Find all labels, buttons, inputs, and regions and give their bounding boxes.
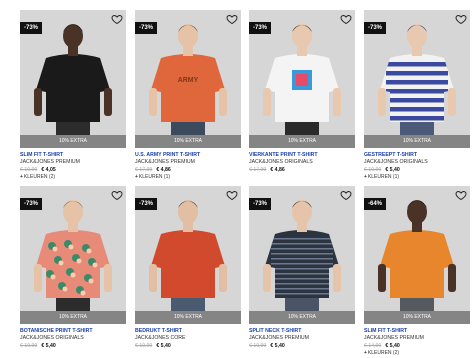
product-photo[interactable]: -73% 10% EXTRA	[20, 186, 126, 324]
product-photo[interactable]: -73% 10% EXTRA	[20, 10, 126, 148]
wishlist-heart-icon[interactable]	[226, 13, 238, 25]
product-photo[interactable]: -73% 10% EXTRA	[135, 186, 241, 324]
price-row: € 17,99 € 4,86	[249, 166, 355, 174]
product-card[interactable]: -73% 10% EXTRA BOTANISCHE PRINT T-SHIRT JAC…	[20, 186, 126, 350]
old-price: € 17,99	[249, 167, 267, 173]
color-count: KLEUREN (1)	[367, 174, 400, 180]
discount-badge: -73%	[135, 22, 158, 34]
sale-price: € 4,86	[270, 167, 285, 173]
product-photo[interactable]: -73% 10% EXTRA	[364, 10, 470, 148]
extra-discount-banner: 10% EXTRA	[364, 311, 470, 324]
color-count: KLEUREN (2)	[23, 174, 56, 180]
extra-discount-banner: 10% EXTRA	[20, 311, 126, 324]
color-options-link[interactable]: +KLEUREN (1)	[135, 174, 241, 181]
plus-icon: +	[364, 350, 367, 356]
product-card[interactable]: -64% 10% EXTRA SLIM FIT T-SHIRT JACK&JONES …	[364, 186, 470, 357]
extra-discount-banner: 10% EXTRA	[249, 135, 355, 148]
old-price: € 19,99	[249, 343, 267, 349]
plus-icon: +	[20, 174, 23, 180]
product-brand: JACK&JONES PREMIUM	[20, 159, 80, 165]
wishlist-heart-icon[interactable]	[111, 13, 123, 25]
old-price: € 19,99	[20, 167, 38, 173]
wishlist-heart-icon[interactable]	[111, 189, 123, 201]
extra-discount-banner: 10% EXTRA	[135, 311, 241, 324]
old-price: € 19,99	[135, 343, 153, 349]
discount-badge: -73%	[364, 22, 387, 34]
svg-text:ARMY: ARMY	[178, 77, 199, 84]
old-price: € 14,99	[364, 343, 382, 349]
plus-icon: +	[364, 174, 367, 180]
product-card[interactable]: -73% 10% EXTRA GESTREEPT T-SHIRT JACK&JONES…	[364, 10, 470, 181]
product-card[interactable]: -73% 10% EXTRA BEDRUKT T-SHIRT JACK&JONES C…	[135, 186, 241, 350]
product-photo[interactable]: ARMY -73% 10% EXTRA	[135, 10, 241, 148]
product-name[interactable]: SLIM FIT T-SHIRT	[364, 328, 470, 335]
product-name[interactable]: GESTREEPT T-SHIRT	[364, 152, 470, 159]
price-row: € 19,99 € 5,40	[135, 342, 241, 350]
color-options-link[interactable]: +KLEUREN (2)	[20, 174, 126, 181]
color-options-link[interactable]: +KLEUREN (1)	[364, 174, 470, 181]
product-brand: JACK&JONES ORIGINALS	[249, 159, 313, 165]
plus-icon: +	[135, 174, 138, 180]
product-photo[interactable]: -64% 10% EXTRA	[364, 186, 470, 324]
sale-price: € 4,86	[156, 167, 171, 173]
wishlist-heart-icon[interactable]	[455, 13, 467, 25]
discount-badge: -73%	[135, 198, 158, 210]
product-name[interactable]: BEDRUKT T-SHIRT	[135, 328, 241, 335]
product-card[interactable]: ARMY -73% 10% EXTRA U.S. ARMY PRINT T-SHIRT…	[135, 10, 241, 181]
sale-price: € 5,40	[156, 343, 171, 349]
product-photo[interactable]: -73% 10% EXTRA	[249, 10, 355, 148]
wishlist-heart-icon[interactable]	[455, 189, 467, 201]
extra-discount-banner: 10% EXTRA	[249, 311, 355, 324]
product-brand: JACK&JONES ORIGINALS	[20, 335, 84, 341]
color-options-link[interactable]: +KLEUREN (2)	[364, 350, 470, 357]
extra-discount-banner: 10% EXTRA	[20, 135, 126, 148]
product-card[interactable]: -73% 10% EXTRA SPLIT NECK T-SHIRT JACK&JONE…	[249, 186, 355, 350]
product-photo[interactable]: -73% 10% EXTRA	[249, 186, 355, 324]
sale-price: € 5,40	[270, 343, 285, 349]
discount-badge: -73%	[20, 22, 43, 34]
discount-badge: -64%	[364, 198, 387, 210]
price-row: € 19,99 € 5,40	[364, 166, 470, 174]
discount-badge: -73%	[20, 198, 43, 210]
price-row: € 19,99 € 5,40	[20, 342, 126, 350]
extra-discount-banner: 10% EXTRA	[364, 135, 470, 148]
wishlist-heart-icon[interactable]	[340, 13, 352, 25]
product-card[interactable]: -73% 10% EXTRA VIERKANTE PRINT T-SHIRT JACK…	[249, 10, 355, 174]
sale-price: € 5,40	[41, 343, 56, 349]
product-name[interactable]: SLIM FIT T-SHIRT	[20, 152, 126, 159]
product-brand: JACK&JONES CORE	[135, 335, 186, 341]
sale-price: € 5,40	[385, 343, 400, 349]
product-brand: JACK&JONES PREMIUM	[249, 335, 309, 341]
price-row: € 17,99 € 4,86	[135, 166, 241, 174]
product-brand: JACK&JONES ORIGINALS	[364, 159, 428, 165]
price-row: € 14,99 € 5,40	[364, 342, 470, 350]
sale-price: € 5,40	[385, 167, 400, 173]
wishlist-heart-icon[interactable]	[226, 189, 238, 201]
product-brand: JACK&JONES PREMIUM	[135, 159, 195, 165]
product-brand: JACK&JONES PREMIUM	[364, 335, 424, 341]
extra-discount-banner: 10% EXTRA	[135, 135, 241, 148]
color-count: KLEUREN (1)	[138, 174, 171, 180]
product-name[interactable]: BOTANISCHE PRINT T-SHIRT	[20, 328, 126, 335]
old-price: € 19,99	[20, 343, 38, 349]
discount-badge: -73%	[249, 198, 272, 210]
product-name[interactable]: U.S. ARMY PRINT T-SHIRT	[135, 152, 241, 159]
old-price: € 19,99	[364, 167, 382, 173]
price-row: € 19,99 € 4,05	[20, 166, 126, 174]
product-name[interactable]: VIERKANTE PRINT T-SHIRT	[249, 152, 355, 159]
wishlist-heart-icon[interactable]	[340, 189, 352, 201]
product-card[interactable]: -73% 10% EXTRA SLIM FIT T-SHIRT JACK&JONES …	[20, 10, 126, 181]
product-grid: -73% 10% EXTRA SLIM FIT T-SHIRT JACK&JONES …	[0, 0, 475, 358]
price-row: € 19,99 € 5,40	[249, 342, 355, 350]
product-name[interactable]: SPLIT NECK T-SHIRT	[249, 328, 355, 335]
discount-badge: -73%	[249, 22, 272, 34]
old-price: € 17,99	[135, 167, 153, 173]
color-count: KLEUREN (2)	[367, 350, 400, 356]
sale-price: € 4,05	[41, 167, 56, 173]
